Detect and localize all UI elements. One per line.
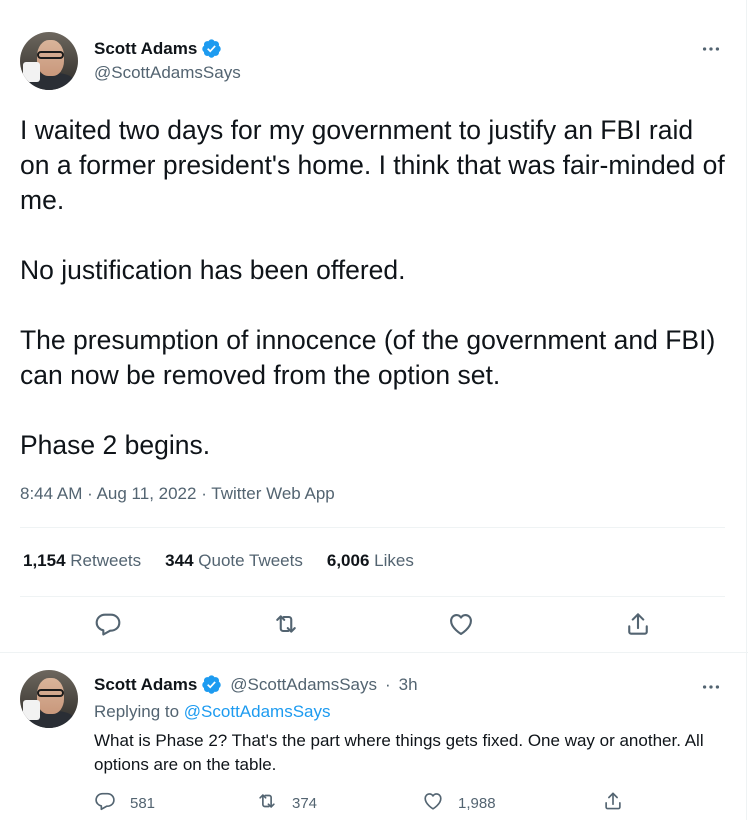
tweet-paragraph: I waited two days for my government to j… [20, 115, 725, 215]
likes-label: Likes [374, 551, 414, 570]
quote-tweets-stat[interactable]: 344 Quote Tweets [165, 551, 303, 571]
reply-avatar[interactable] [20, 670, 78, 728]
tweet-separator [0, 652, 748, 653]
reply-like-button[interactable]: 1,988 [422, 790, 496, 816]
verified-badge-icon [201, 674, 222, 695]
reply-dot: · [384, 674, 391, 694]
reply-retweets-count: 374 [292, 794, 318, 812]
tweet-paragraph: No justification has been offered. [20, 255, 406, 285]
tweet-text: I waited two days for my government to j… [20, 113, 725, 463]
more-icon[interactable] [696, 38, 726, 60]
author-name-line[interactable]: Scott Adams [94, 38, 222, 59]
author-name[interactable]: Scott Adams [94, 39, 197, 59]
like-icon [422, 790, 444, 816]
retweet-icon [256, 790, 278, 816]
replying-prefix: Replying to [94, 702, 180, 721]
share-icon [602, 790, 624, 816]
quote-tweets-count: 344 [165, 551, 194, 570]
main-tweet: Scott Adams @ScottAdamsSays I waited two… [0, 0, 748, 652]
tweet-source[interactable]: Twitter Web App [211, 484, 334, 503]
reply-author-handle[interactable]: @ScottAdamsSays [230, 675, 377, 695]
like-icon[interactable] [447, 610, 475, 638]
tweet-actions [0, 608, 748, 642]
avatar-glasses [37, 688, 65, 697]
avatar-cup [23, 62, 40, 82]
divider [20, 596, 725, 597]
quote-tweets-label: Quote Tweets [198, 551, 303, 570]
tweet-meta: 8:44 AM · Aug 11, 2022 · Twitter Web App [20, 484, 335, 504]
avatar-glasses [37, 50, 65, 59]
reply-likes-count: 1,988 [458, 794, 496, 812]
avatar-cup [23, 700, 40, 720]
tweet-time[interactable]: 8:44 AM [20, 484, 82, 503]
author-handle[interactable]: @ScottAdamsSays [94, 63, 241, 83]
replying-to: Replying to @ScottAdamsSays [94, 702, 331, 722]
reply-icon[interactable] [94, 610, 122, 638]
likes-count: 6,006 [326, 551, 370, 570]
reply-text: What is Phase 2? That's the part where t… [94, 731, 704, 774]
avatar[interactable] [20, 32, 78, 90]
reply-reply-button[interactable]: 581 [94, 790, 155, 816]
reply-replies-count: 581 [130, 794, 156, 812]
retweet-icon[interactable] [272, 610, 300, 638]
retweets-count: 1,154 [23, 551, 66, 570]
meta-separator: · [201, 484, 207, 503]
tweet-stats: 1,154 Retweets 344 Quote Tweets 6,006 Li… [23, 551, 414, 571]
verified-badge-icon [201, 38, 222, 59]
retweets-stat[interactable]: 1,154 Retweets [23, 551, 141, 571]
reply-age[interactable]: 3h [399, 675, 418, 695]
reply-retweet-button[interactable]: 374 [256, 790, 317, 816]
tweet-date[interactable]: Aug 11, 2022 [97, 484, 197, 503]
share-icon[interactable] [624, 610, 652, 638]
replying-handle-link[interactable]: @ScottAdamsSays [184, 702, 331, 721]
more-icon[interactable] [696, 676, 726, 698]
tweet-detail-page: Scott Adams @ScottAdamsSays I waited two… [0, 0, 748, 820]
retweets-label: Retweets [70, 551, 142, 570]
tweet-paragraph: The presumption of innocence (of the gov… [20, 325, 716, 390]
reply-actions: 581 374 1,988 [94, 790, 654, 816]
reply-share-button[interactable] [602, 790, 624, 816]
likes-stat[interactable]: 6,006 Likes [327, 551, 414, 571]
reply-author-name[interactable]: Scott Adams [94, 675, 197, 695]
meta-separator: · [87, 484, 93, 503]
tweet-paragraph: Phase 2 begins. [20, 430, 211, 460]
reply-header: Scott Adams @ScottAdamsSays · 3h [94, 674, 418, 695]
divider [20, 527, 725, 528]
reply-icon [94, 790, 116, 816]
